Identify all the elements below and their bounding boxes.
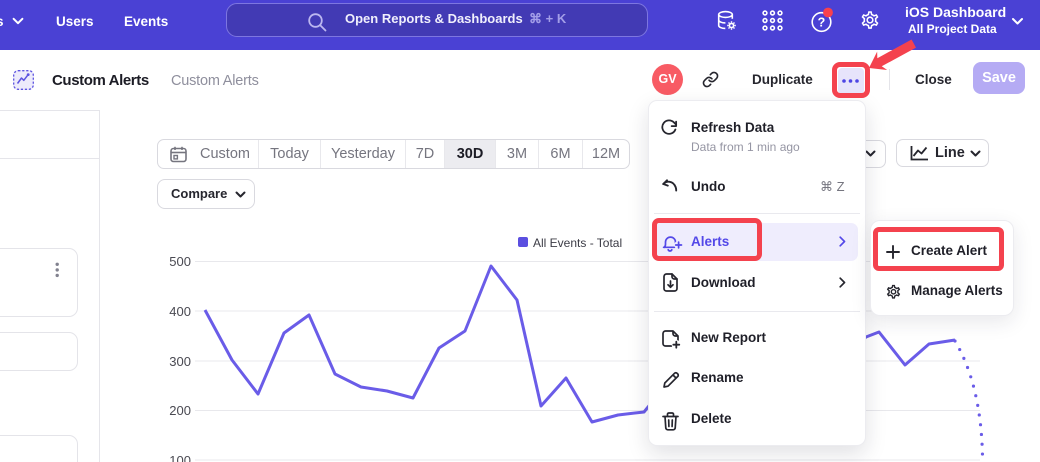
svg-text:?: ? <box>818 16 826 30</box>
